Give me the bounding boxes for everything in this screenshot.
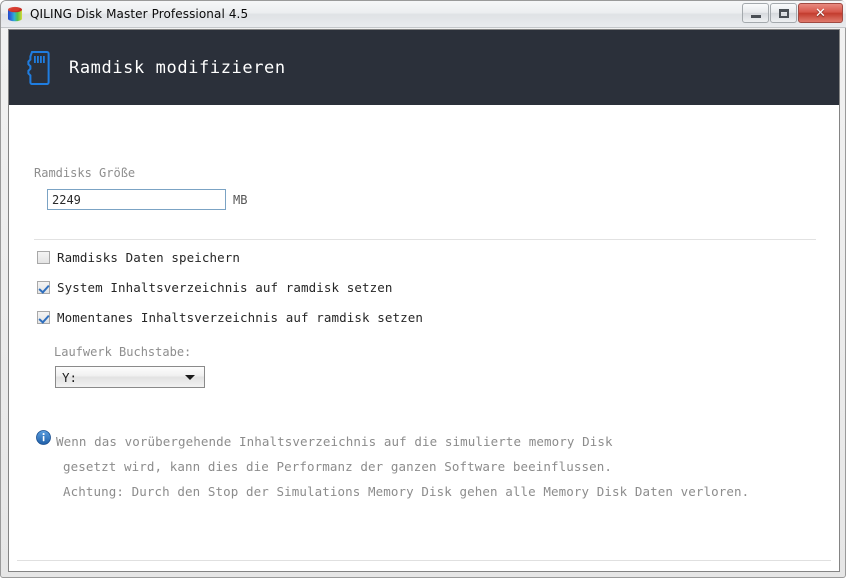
application-window: QILING Disk Master Professional 4.5 ✕ Ra…: [0, 0, 846, 578]
memory-card-icon: [25, 50, 51, 86]
client-area: Ramdisk modifizieren Ramdisks Größe MB R…: [8, 29, 840, 572]
info-line: Wenn das vorübergehende Inhaltsverzeichn…: [56, 434, 613, 449]
ramdisk-size-input[interactable]: [47, 189, 226, 210]
drive-letter-value: Y:: [62, 369, 78, 385]
footer-divider: [17, 560, 831, 561]
maximize-button[interactable]: [770, 3, 797, 23]
modify-ramdisk-button[interactable]: Ramdisk modifizieren: [558, 571, 729, 572]
close-button[interactable]: ✕: [798, 3, 843, 23]
info-line: Achtung: Durch den Stop der Simulations …: [63, 484, 750, 499]
title-bar: QILING Disk Master Professional 4.5 ✕: [1, 1, 846, 28]
size-unit-label: MB: [233, 193, 248, 207]
disk-cylinder-icon: [6, 5, 24, 23]
checkbox-row-system-dir[interactable]: System Inhaltsverzeichnis auf ramdisk se…: [37, 280, 393, 295]
checkbox-save-data[interactable]: [37, 251, 50, 264]
page-content: Ramdisks Größe MB Ramdisks Daten speiche…: [9, 105, 839, 571]
info-line: gesetzt wird, kann dies die Performanz d…: [63, 459, 613, 474]
info-text-block: Wenn das vorübergehende Inhaltsverzeichn…: [56, 429, 816, 504]
checkbox-system-dir[interactable]: [37, 281, 50, 294]
section-divider: [34, 239, 816, 240]
minimize-button[interactable]: [742, 3, 769, 23]
window-controls: ✕: [742, 3, 843, 23]
page-title: Ramdisk modifizieren: [69, 57, 286, 78]
close-icon: ✕: [815, 5, 826, 21]
minimize-icon: [750, 14, 761, 18]
window-title: QILING Disk Master Professional 4.5: [30, 7, 249, 21]
maximize-icon: [778, 8, 789, 18]
checkbox-label-current-dir: Momentanes Inhaltsverzeichnis auf ramdis…: [57, 310, 424, 325]
cancel-button[interactable]: Abbrechen: [736, 571, 824, 572]
chevron-down-icon: [185, 374, 195, 380]
checkbox-label-save-data: Ramdisks Daten speichern: [57, 250, 241, 265]
checkbox-row-save-data[interactable]: Ramdisks Daten speichern: [37, 250, 240, 265]
drive-letter-label: Laufwerk Buchstabe:: [54, 345, 192, 359]
footer-actions: Ramdisk modifizieren Abbrechen: [558, 571, 824, 572]
page-header: Ramdisk modifizieren: [9, 30, 839, 105]
drive-letter-select[interactable]: Y:: [55, 366, 205, 388]
checkbox-current-dir[interactable]: [37, 311, 50, 324]
info-circle-icon: [36, 430, 51, 445]
checkbox-label-system-dir: System Inhaltsverzeichnis auf ramdisk se…: [57, 280, 393, 295]
size-field-label: Ramdisks Größe: [34, 166, 136, 180]
checkbox-row-current-dir[interactable]: Momentanes Inhaltsverzeichnis auf ramdis…: [37, 310, 423, 325]
